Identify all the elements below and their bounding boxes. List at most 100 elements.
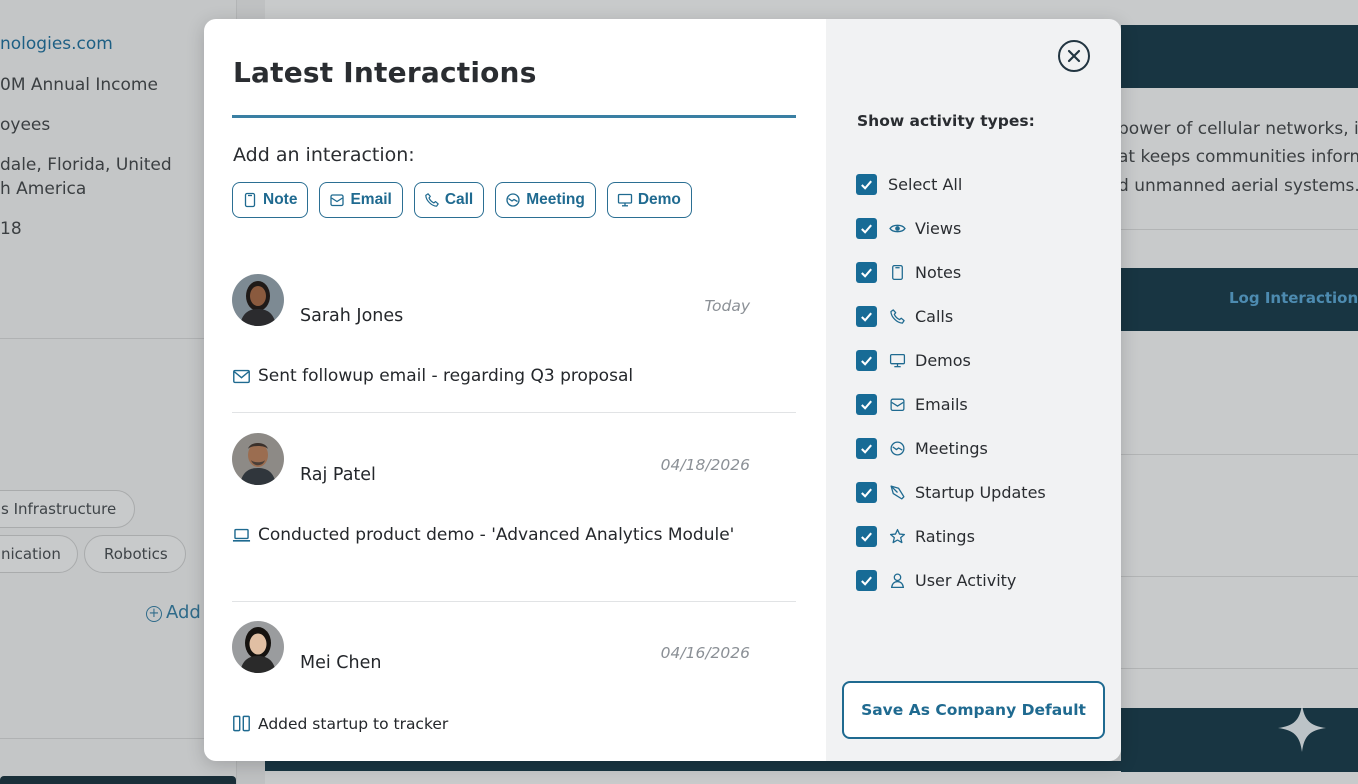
filter-select-all[interactable]: Select All [856,173,962,195]
check-icon [861,532,872,542]
bg-income: 0M Annual Income [0,75,158,95]
add-email-button[interactable]: Email [319,182,403,218]
monitor-icon [889,353,905,367]
checkbox-checked[interactable] [856,349,877,371]
check-icon [861,356,872,366]
bg-divider [1121,576,1358,577]
filter-emails[interactable]: Emails [856,393,968,415]
title-underline [232,115,796,118]
check-icon [861,312,872,322]
checkbox-checked[interactable] [856,305,877,327]
filter-label: Select All [888,174,963,194]
sparkle-icon [1278,704,1326,752]
add-interaction-buttons: Note Email Call Meeting Demo [232,182,692,218]
note-icon [891,264,903,280]
email-icon [889,398,905,411]
filter-label: Emails [915,394,968,414]
tracker-icon [233,715,250,732]
bg-location-1: dale, Florida, United [0,155,172,175]
close-button[interactable] [1058,40,1090,72]
bg-divider [0,738,237,739]
checkbox-checked[interactable] [856,525,877,547]
save-as-company-default-button[interactable]: Save As Company Default [842,681,1105,739]
bg-tag-infrastructure: s Infrastructure [0,490,135,528]
interactions-panel: Latest Interactions Add an interaction: … [204,19,826,761]
checkbox-checked[interactable] [856,481,877,503]
person-name: Mei Chen [300,653,382,673]
laptop-icon [232,528,251,542]
filter-label: Views [915,218,962,238]
entry-divider [232,601,796,602]
person-name: Sarah Jones [300,306,404,326]
filter-label: User Activity [915,570,1017,590]
entry-divider [232,412,796,413]
add-interaction-label: Add an interaction: [233,144,415,166]
add-note-button[interactable]: Note [232,182,309,218]
bg-description-1: power of cellular networks, i [1118,119,1358,139]
monitor-icon [617,193,632,207]
check-icon [861,268,872,278]
bg-tag-robotics: Robotics [84,535,186,573]
add-meeting-button[interactable]: Meeting [495,182,596,218]
interaction-entry: Mei Chen 04/16/2026 Added startup to tra… [232,619,796,733]
bg-employees: oyees [0,115,51,135]
user-icon [890,572,904,588]
avatar [232,274,284,326]
filter-views[interactable]: Views [856,217,961,239]
star-icon [889,528,905,543]
email-icon [233,369,250,383]
filter-user-activity[interactable]: User Activity [856,569,1016,591]
interaction-entry: Sarah Jones Today Sent followup email - … [232,272,796,386]
phone-icon [425,193,439,207]
check-icon [861,224,872,234]
handshake-icon [889,440,905,456]
checkbox-checked[interactable] [856,217,877,239]
rocket-icon [889,484,905,500]
checkbox-checked[interactable] [856,261,877,283]
background-sidebar: nologies.com 0M Annual Income oyees dale… [0,0,237,784]
interaction-entry: Raj Patel 04/18/2026 Conducted product d… [232,431,796,545]
check-icon [861,180,872,190]
bg-founded: 18 [0,219,22,239]
filter-notes[interactable]: Notes [856,261,961,283]
bg-log-interaction-button: Log Interaction [1229,289,1358,307]
interaction-date: 04/18/2026 [660,456,750,474]
filter-label: Meetings [915,438,988,458]
eye-icon [888,224,906,232]
checkbox-checked[interactable] [856,173,877,195]
checkbox-checked[interactable] [856,437,877,459]
bg-divider [1121,668,1358,669]
filter-calls[interactable]: Calls [856,305,953,327]
bg-divider [0,338,237,339]
interaction-date: 04/16/2026 [660,644,750,662]
bg-description-2: at keeps communities inform [1118,147,1358,167]
filter-demos[interactable]: Demos [856,349,971,371]
interaction-description: Sent followup email - regarding Q3 propo… [232,366,633,386]
person-name: Raj Patel [300,465,376,485]
handshake-icon [506,193,520,207]
filter-label: Notes [915,262,962,282]
bg-bottom-bar [0,776,236,784]
avatar [232,433,284,485]
add-call-button[interactable]: Call [413,182,485,218]
check-icon [861,576,872,586]
filter-title: Show activity types: [857,112,1035,130]
close-icon [1067,49,1081,63]
avatar [232,621,284,673]
interaction-description: Added startup to tracker [232,714,448,733]
bg-tag-communication: nication [0,535,78,573]
filter-meetings[interactable]: Meetings [856,437,988,459]
filter-ratings[interactable]: Ratings [856,525,975,547]
checkbox-checked[interactable] [856,569,877,591]
check-icon [861,488,872,498]
filter-startup-updates[interactable]: Startup Updates [856,481,1046,503]
check-icon [861,400,872,410]
filter-label: Demos [915,350,971,370]
filter-label: Calls [915,306,954,326]
filter-label: Ratings [915,526,975,546]
bg-add-tag-button: + Add [146,602,201,623]
add-demo-button[interactable]: Demo [606,182,692,218]
bg-footer-bar-left [265,761,1125,771]
phone-icon [889,308,905,324]
checkbox-checked[interactable] [856,393,877,415]
